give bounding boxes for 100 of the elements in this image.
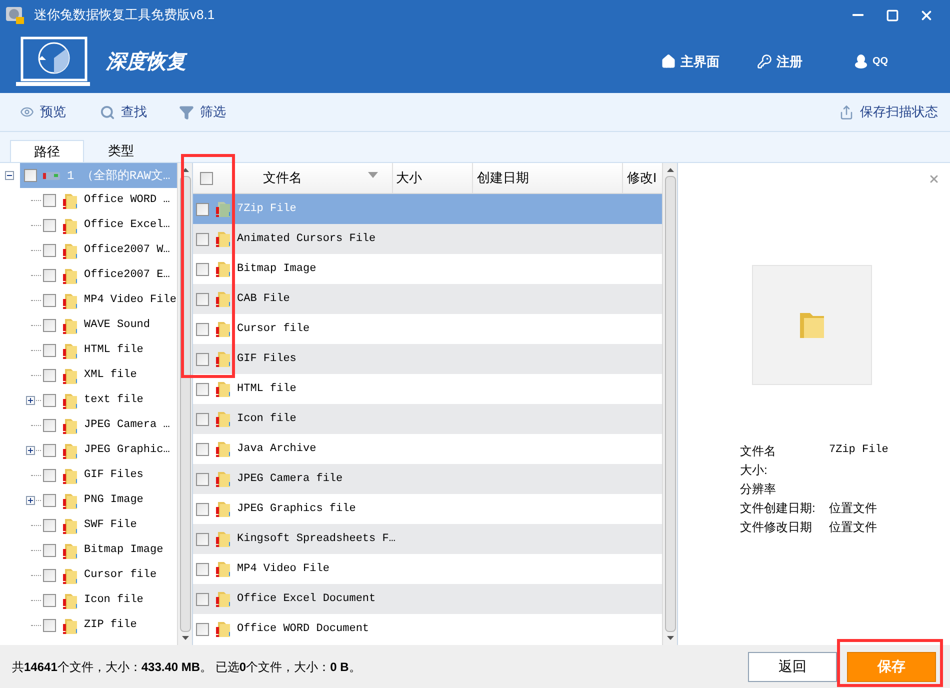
scroll-down-icon[interactable] (666, 636, 674, 640)
checkbox[interactable] (196, 622, 209, 636)
file-row[interactable]: Icon file (193, 404, 662, 434)
key-icon (757, 54, 772, 69)
column-header[interactable]: 文件名 (219, 163, 393, 193)
nav-button[interactable]: QQ (854, 54, 888, 69)
collapse-icon[interactable] (5, 171, 14, 180)
expand-icon[interactable] (26, 446, 35, 455)
nav-button[interactable]: 注册 (757, 52, 802, 72)
checkbox[interactable] (43, 269, 56, 282)
checkbox[interactable] (196, 322, 209, 336)
folder-warning-icon (215, 290, 231, 308)
tree-item[interactable]: Bitmap Image (84, 542, 164, 559)
checkbox[interactable] (43, 594, 56, 607)
select-all-checkbox[interactable] (200, 172, 212, 184)
checkbox[interactable] (196, 562, 209, 576)
checkbox[interactable] (43, 344, 56, 357)
file-row[interactable]: GIF Files (193, 344, 662, 374)
checkbox[interactable] (43, 469, 56, 482)
tree-item[interactable]: HTML file (84, 342, 144, 359)
tree-item[interactable]: XML file (84, 367, 137, 384)
file-row[interactable]: JPEG Camera file (193, 464, 662, 494)
tree-scrollbar[interactable] (177, 163, 192, 645)
checkbox[interactable] (196, 592, 209, 606)
close-preview-icon[interactable] (928, 173, 940, 185)
scroll-up-icon[interactable] (182, 168, 188, 172)
checkbox[interactable] (196, 262, 209, 276)
checkbox[interactable] (24, 169, 37, 182)
scroll-down-icon[interactable] (182, 636, 188, 640)
checkbox[interactable] (43, 569, 56, 582)
tree-item[interactable]: ZIP file (84, 617, 137, 634)
column-header[interactable]: 创建日期 (473, 163, 623, 193)
tab[interactable]: 路径 (10, 140, 84, 162)
expand-icon[interactable] (26, 396, 35, 405)
expand-icon[interactable] (26, 496, 35, 505)
checkbox[interactable] (196, 382, 209, 396)
checkbox[interactable] (196, 352, 209, 366)
tree-item[interactable]: Office2007 E… (84, 267, 170, 284)
checkbox[interactable] (43, 494, 56, 507)
column-header[interactable]: 修改I (623, 163, 662, 193)
checkbox[interactable] (43, 294, 56, 307)
checkbox[interactable] (43, 219, 56, 232)
save-scan-button[interactable]: 保存扫描状态 (839, 102, 938, 122)
file-row[interactable]: CAB File (193, 284, 662, 314)
checkbox[interactable] (43, 419, 56, 432)
checkbox[interactable] (43, 619, 56, 632)
checkbox[interactable] (43, 544, 56, 557)
folder-warning-icon (215, 500, 231, 518)
tree-item[interactable]: Icon file (84, 592, 144, 609)
folder-warning-icon (62, 292, 78, 310)
tree-item[interactable]: MP4 Video File (84, 292, 176, 309)
checkbox[interactable] (43, 319, 56, 332)
tab[interactable]: 类型 (84, 140, 158, 162)
tree-item[interactable]: Office Excel… (84, 217, 170, 234)
tree-item[interactable]: JPEG Graphic… (84, 442, 170, 459)
folder-warning-icon (215, 230, 231, 248)
back-button[interactable]: 返回 (748, 652, 837, 682)
column-header[interactable]: 大小 (393, 163, 473, 193)
toolbar-button[interactable]: 预览 (20, 102, 66, 122)
folder-warning-icon (62, 492, 78, 510)
checkbox[interactable] (43, 194, 56, 207)
folder-warning-icon (62, 466, 78, 484)
toolbar-button[interactable]: 筛选 (179, 102, 226, 122)
info-value: 位置文件 (829, 518, 877, 536)
file-row[interactable]: Kingsoft Spreadsheets F… (193, 524, 662, 554)
checkbox[interactable] (196, 532, 209, 546)
toolbar-button[interactable]: 查找 (100, 102, 147, 122)
checkbox[interactable] (196, 292, 209, 306)
folder-warning-icon (62, 616, 78, 634)
tree-item[interactable]: Office WORD … (84, 192, 170, 209)
checkbox[interactable] (43, 519, 56, 532)
checkbox[interactable] (196, 412, 209, 426)
tree-item[interactable]: JPEG Camera … (84, 417, 170, 434)
nav-button[interactable]: 主界面 (661, 52, 720, 72)
checkbox[interactable] (43, 369, 56, 382)
checkbox[interactable] (43, 244, 56, 257)
maximize-icon[interactable] (886, 8, 899, 22)
tree-item[interactable]: GIF Files (84, 467, 144, 484)
tree-item[interactable]: text file (84, 392, 144, 409)
tree-item[interactable]: Office2007 W… (84, 242, 170, 259)
checkbox[interactable] (196, 442, 209, 456)
list-scrollbar[interactable] (662, 163, 677, 645)
folder-warning-icon (62, 342, 78, 360)
checkbox[interactable] (43, 444, 56, 457)
file-row[interactable]: Animated Cursors File (193, 224, 662, 254)
checkbox[interactable] (196, 232, 209, 246)
info-value: 位置文件 (829, 500, 877, 516)
checkbox[interactable] (43, 394, 56, 407)
checkbox[interactable] (196, 202, 209, 216)
folder-warning-icon (62, 592, 78, 610)
tree-item[interactable]: Cursor file (84, 567, 157, 584)
checkbox[interactable] (196, 472, 209, 486)
info-label: 分辨率 (740, 480, 777, 498)
tree-item[interactable]: WAVE Sound (84, 317, 150, 334)
folder-warning-icon (215, 530, 231, 548)
scroll-up-icon[interactable] (666, 168, 674, 172)
file-row[interactable]: Office Excel Document (193, 584, 662, 614)
tree-item[interactable]: SWF File (84, 517, 137, 534)
tree-item[interactable]: PNG Image (84, 492, 144, 509)
checkbox[interactable] (196, 502, 209, 516)
